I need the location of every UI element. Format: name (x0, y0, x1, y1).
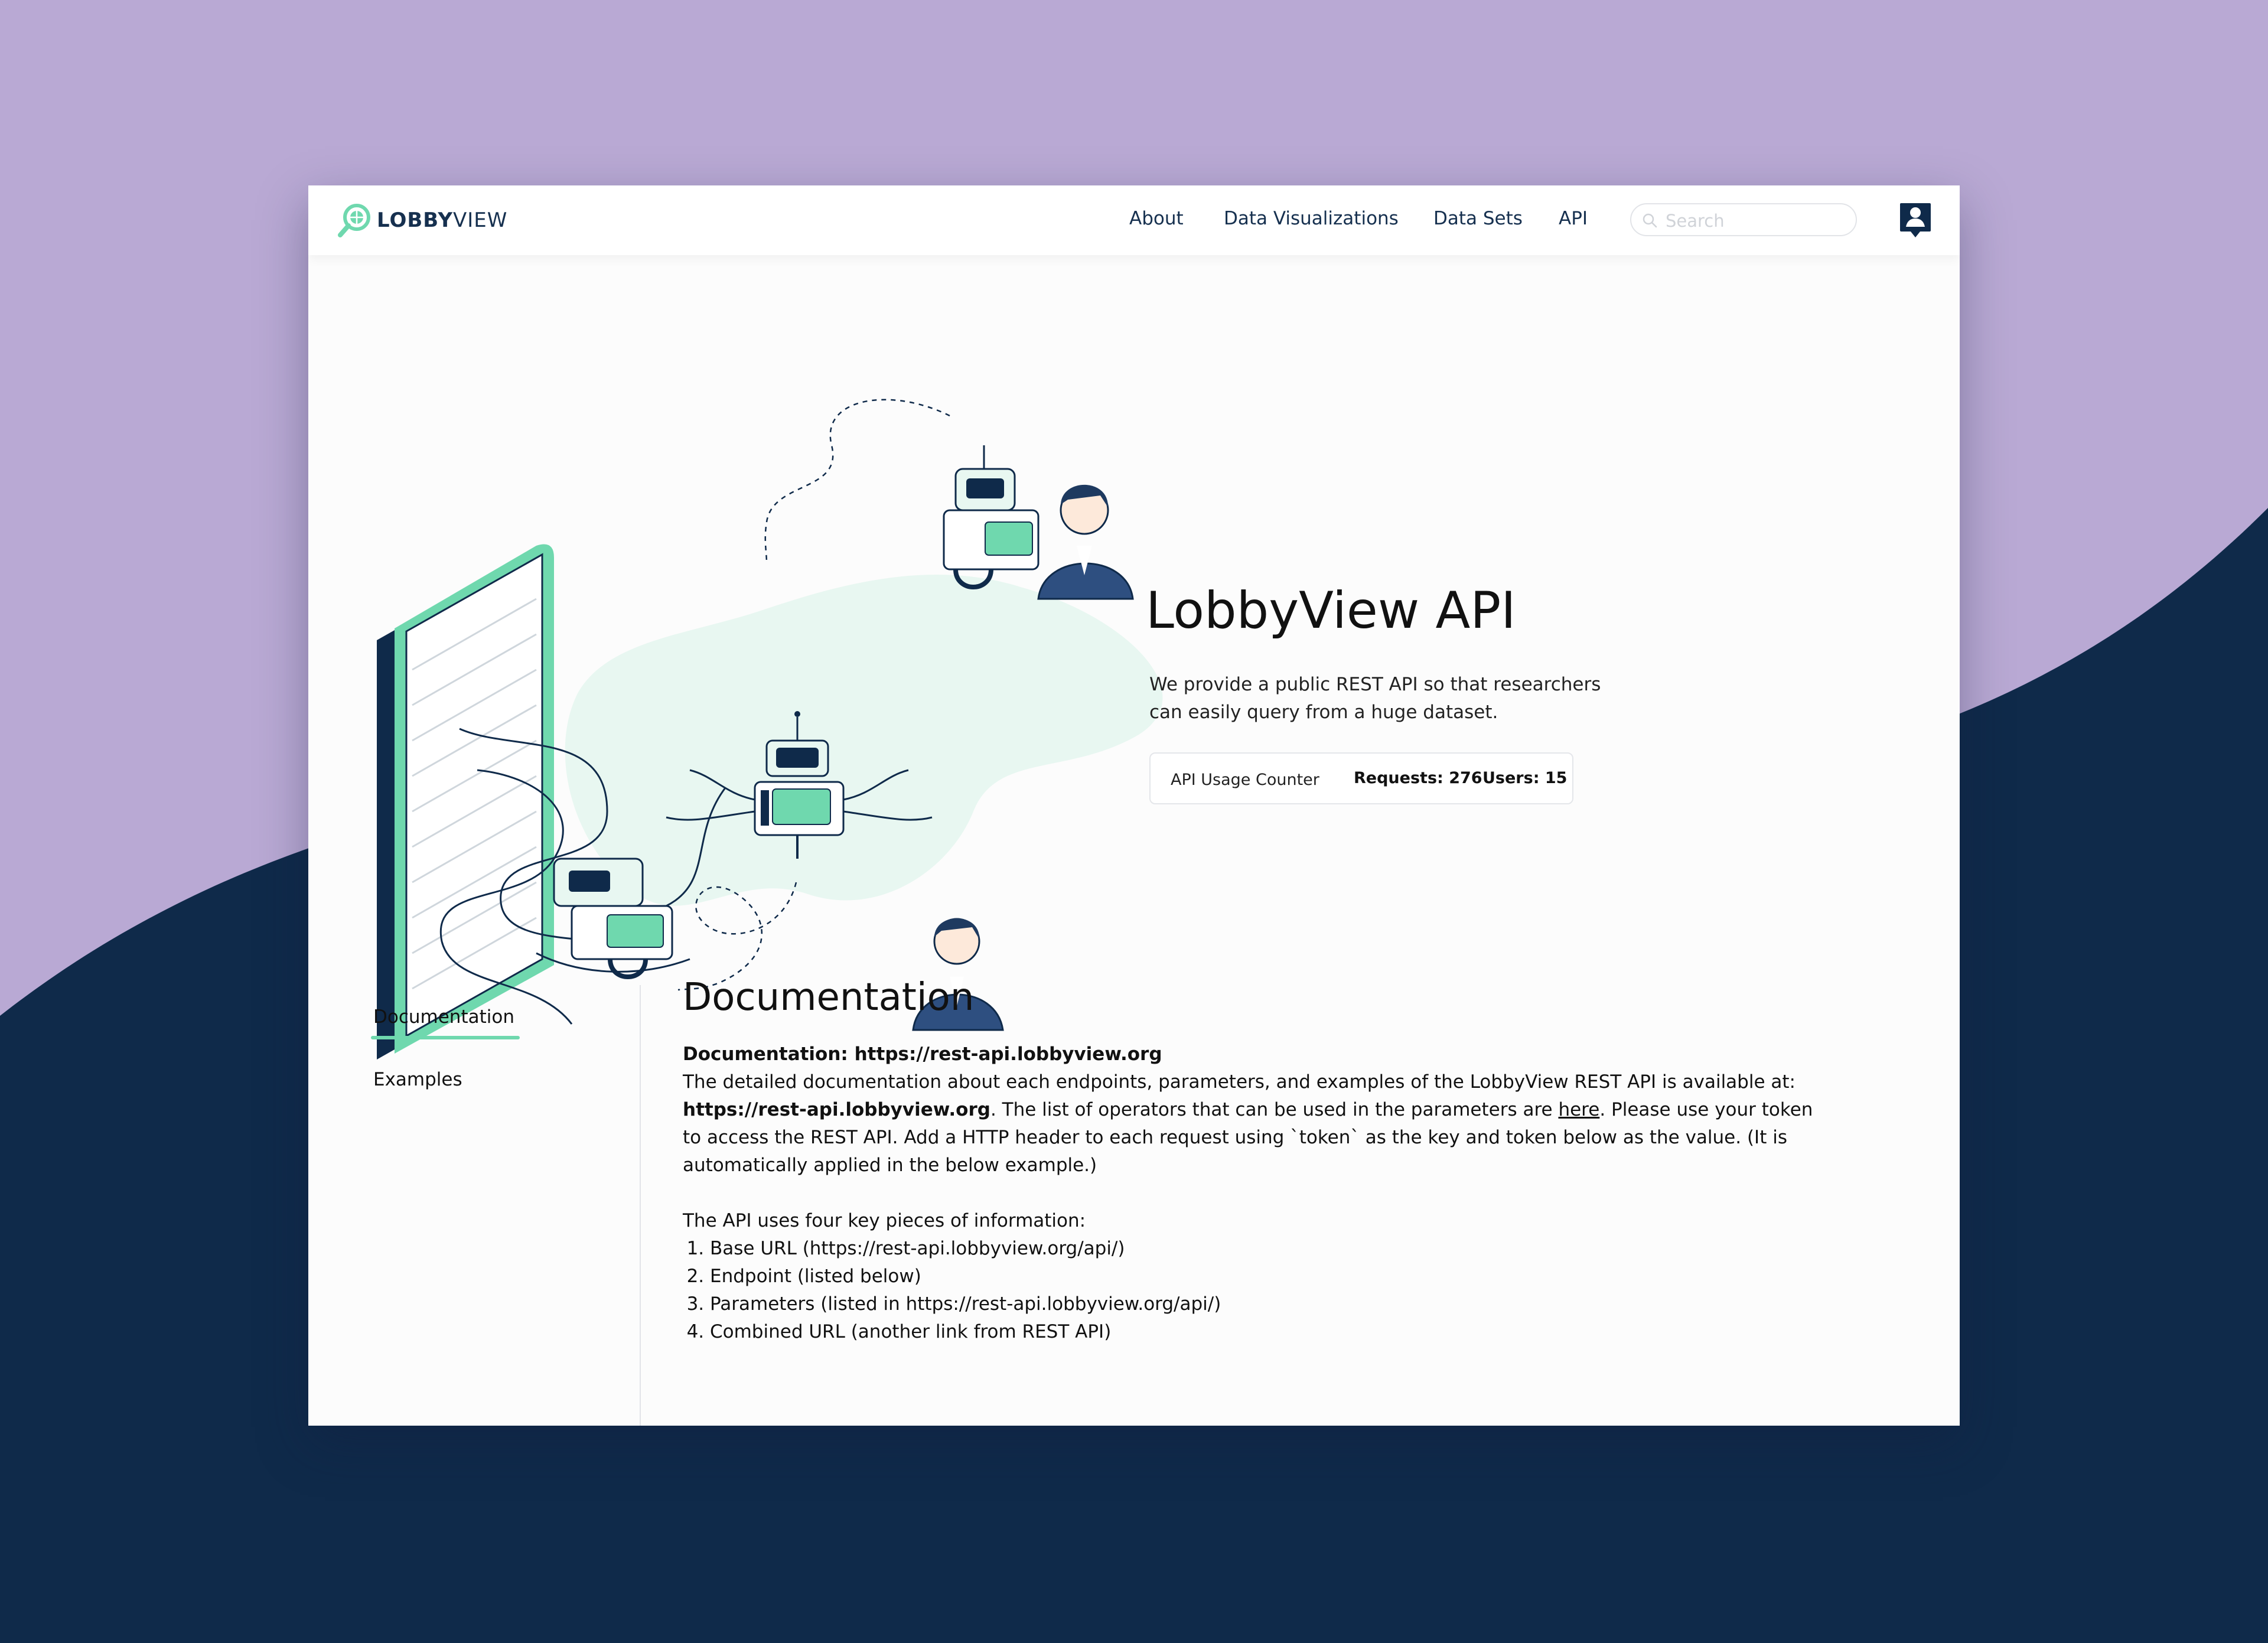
list-item: Parameters (listed in https://rest-api.l… (710, 1290, 1829, 1318)
person-top-graphic (1037, 484, 1134, 600)
list-item: Base URL (https://rest-api.lobbyview.org… (710, 1235, 1829, 1263)
tab-documentation[interactable]: Documentation (373, 1006, 514, 1028)
list-item: Endpoint (listed below) (710, 1263, 1829, 1290)
search-box (1630, 203, 1857, 236)
nav-item-api[interactable]: API (1559, 208, 1588, 229)
top-navbar: LOBBYVIEW About Data Visualizations Data… (308, 185, 1960, 255)
doc-paragraph: The detailed documentation about each en… (683, 1068, 1829, 1179)
background-blob (565, 575, 1163, 906)
tab-examples[interactable]: Examples (373, 1069, 462, 1090)
user-account-icon[interactable] (1899, 201, 1932, 240)
hero-title: LobbyView API (1146, 581, 1516, 640)
magnifier-globe-icon (338, 204, 370, 237)
hero-description: We provide a public REST API so that res… (1149, 674, 1601, 723)
brand-name-bold: LOBBY (377, 208, 453, 232)
server-rack-graphic (377, 544, 554, 1060)
active-tab-underline (371, 1036, 520, 1039)
list-intro: The API uses four key pieces of informat… (683, 1210, 1086, 1231)
list-item: Combined URL (another link from REST API… (710, 1318, 1829, 1346)
brand-logo[interactable]: LOBBYVIEW (337, 201, 507, 240)
browser-window: LOBBYVIEW About Data Visualizations Data… (308, 185, 1960, 1426)
search-icon (1643, 213, 1657, 228)
doc-para-link[interactable]: https://rest-api.lobbyview.org (683, 1099, 990, 1120)
doc-heading: Documentation (683, 976, 975, 1019)
doc-para-text-b: . The list of operators that can be used… (990, 1099, 1559, 1120)
counter-requests: Requests: 276 (1354, 769, 1482, 787)
search-input[interactable] (1664, 209, 1844, 233)
counter-users: Users: 15 (1482, 769, 1568, 787)
top-robot-graphic (943, 445, 1040, 589)
brand-name-light: VIEW (452, 208, 508, 232)
hero-illustration (377, 399, 1163, 1060)
key-info-list: Base URL (https://rest-api.lobbyview.org… (683, 1235, 1829, 1346)
documentation-content: Documentation Documentation: https://res… (683, 976, 1829, 1346)
vertical-divider (640, 985, 641, 1426)
nav-item-data-sets[interactable]: Data Sets (1433, 208, 1523, 229)
brand-name: LOBBYVIEW (377, 208, 507, 232)
nav-item-data-visualizations[interactable]: Data Visualizations (1224, 208, 1399, 229)
doc-para-text-a: The detailed documentation about each en… (683, 1071, 1795, 1093)
operators-here-link[interactable]: here (1558, 1099, 1599, 1120)
api-usage-counter: API Usage Counter Requests: 276 Users: 1… (1149, 752, 1573, 804)
doc-subheading: Documentation: https://rest-api.lobbyvie… (683, 1044, 1162, 1065)
nav-item-about[interactable]: About (1129, 208, 1184, 229)
counter-label: API Usage Counter (1171, 771, 1319, 789)
